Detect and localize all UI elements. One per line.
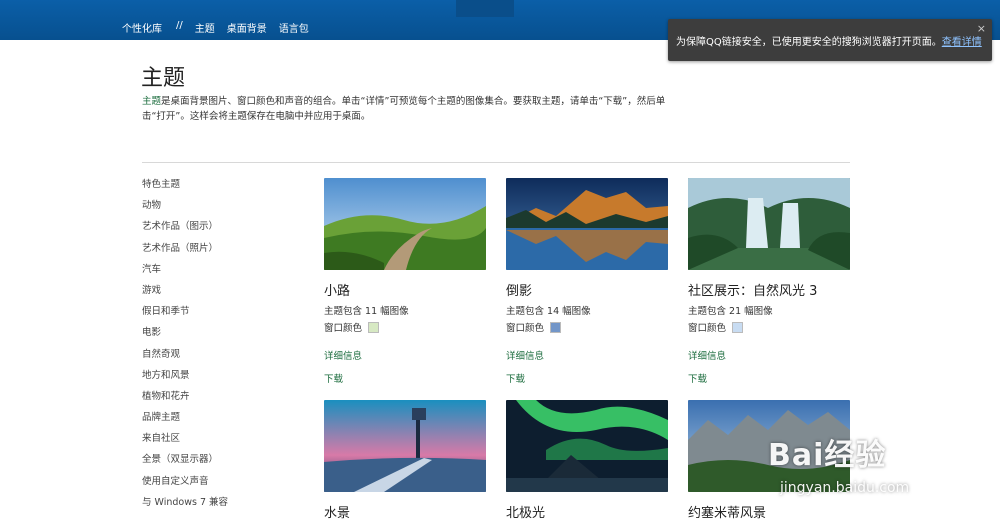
sidebar-item-custom-sounds[interactable]: 使用自定义声音	[142, 475, 228, 496]
sidebar-item-art-photographic[interactable]: 艺术作品（照片）	[142, 242, 228, 263]
page-title: 主题	[141, 66, 186, 91]
sidebar-item-branded[interactable]: 品牌主题	[142, 411, 228, 432]
baidu-jingyan-watermark: Bai经验 jingyan.baidu.com	[762, 412, 952, 512]
sidebar-item-animals[interactable]: 动物	[142, 199, 228, 220]
sidebar-item-plants-flowers[interactable]: 植物和花卉	[142, 390, 228, 411]
window-color-swatch	[732, 321, 744, 333]
nav-separator: //	[176, 20, 183, 31]
notice-text: 为保障QQ链接安全，已使用更安全的搜狗浏览器打开页面。	[676, 37, 942, 48]
theme-name: 北极光	[506, 506, 546, 521]
category-sidebar: 特色主题 动物 艺术作品（图示） 艺术作品（照片） 汽车 游戏 假日和季节 电影…	[142, 178, 228, 517]
theme-card: 社区展示：自然风光 3 主题包含 21 幅图像 窗口颜色 详细信息 下载	[688, 178, 850, 385]
window-color-label: 窗口颜色	[688, 323, 727, 334]
watermark-url: jingyan.baidu.com	[780, 480, 910, 496]
sidebar-item-movies[interactable]: 电影	[142, 326, 228, 347]
theme-card: 小路 主题包含 11 幅图像 窗口颜色 详细信息 下载	[324, 178, 486, 385]
window-color-swatch	[550, 321, 562, 333]
sidebar-item-featured[interactable]: 特色主题	[142, 178, 228, 199]
details-link[interactable]: 详细信息	[506, 348, 668, 362]
theme-name: 社区展示：自然风光 3	[688, 284, 818, 299]
details-link[interactable]: 详细信息	[688, 348, 850, 362]
theme-thumbnail-reflection[interactable]	[506, 178, 668, 270]
view-details-link[interactable]: 查看详情	[942, 37, 982, 48]
sidebar-item-windows7[interactable]: 与 Windows 7 兼容	[142, 496, 228, 517]
download-link[interactable]: 下载	[688, 371, 850, 385]
download-link[interactable]: 下载	[506, 371, 668, 385]
theme-thumbnail-aurora[interactable]	[506, 400, 668, 492]
theme-image-count: 主题包含 21 幅图像	[688, 306, 773, 317]
active-tab-highlight	[456, 0, 514, 17]
nav-desktop-backgrounds[interactable]: 桌面背景	[227, 20, 267, 35]
intro-text: 是桌面背景图片、窗口颜色和声音的组合。单击“详情”可预览每个主题的图像集合。要获…	[142, 96, 666, 122]
theme-name: 水景	[324, 506, 351, 521]
nav-personalization-gallery[interactable]: 个性化库	[122, 20, 162, 35]
sidebar-item-community[interactable]: 来自社区	[142, 432, 228, 453]
window-color-swatch	[368, 321, 380, 333]
window-color-label: 窗口颜色	[324, 323, 363, 334]
theme-image-count: 主题包含 11 幅图像	[324, 306, 409, 317]
window-color-row: 窗口颜色	[506, 320, 668, 334]
sidebar-item-automotive[interactable]: 汽车	[142, 263, 228, 284]
intro-keyword: 主题	[142, 96, 162, 107]
sidebar-item-natural-wonders[interactable]: 自然奇观	[142, 348, 228, 369]
window-color-label: 窗口颜色	[506, 323, 545, 334]
page-intro: 主题是桌面背景图片、窗口颜色和声音的组合。单击“详情”可预览每个主题的图像集合。…	[142, 94, 682, 124]
theme-card: 北极光	[506, 400, 668, 521]
sidebar-item-holidays-seasons[interactable]: 假日和季节	[142, 305, 228, 326]
close-icon[interactable]: ×	[977, 22, 986, 35]
divider	[142, 162, 850, 163]
window-color-row: 窗口颜色	[324, 320, 486, 334]
theme-name: 倒影	[506, 284, 533, 299]
nav-language-packs[interactable]: 语言包	[279, 20, 309, 35]
nav-themes[interactable]: 主题	[195, 20, 215, 35]
theme-thumbnail-path[interactable]	[324, 178, 486, 270]
theme-thumbnail-waterscape[interactable]	[324, 400, 486, 492]
sidebar-item-places-landscapes[interactable]: 地方和风景	[142, 369, 228, 390]
details-link[interactable]: 详细信息	[324, 348, 486, 362]
breadcrumb: 个性化库 // 主题 桌面背景 语言包	[122, 20, 309, 35]
theme-image-count: 主题包含 14 幅图像	[506, 306, 591, 317]
sidebar-item-panoramic[interactable]: 全景（双显示器）	[142, 453, 228, 474]
theme-card: 水景	[324, 400, 486, 521]
sidebar-item-games[interactable]: 游戏	[142, 284, 228, 305]
window-color-row: 窗口颜色	[688, 320, 850, 334]
browser-security-notice: 为保障QQ链接安全，已使用更安全的搜狗浏览器打开页面。查看详情 ×	[668, 19, 992, 61]
download-link[interactable]: 下载	[324, 371, 486, 385]
sidebar-item-art-illustrative[interactable]: 艺术作品（图示）	[142, 220, 228, 241]
theme-card: 倒影 主题包含 14 幅图像 窗口颜色 详细信息 下载	[506, 178, 668, 385]
watermark-brand: Bai经验	[768, 438, 887, 473]
theme-thumbnail-waterfall[interactable]	[688, 178, 850, 270]
theme-name: 小路	[324, 284, 351, 299]
